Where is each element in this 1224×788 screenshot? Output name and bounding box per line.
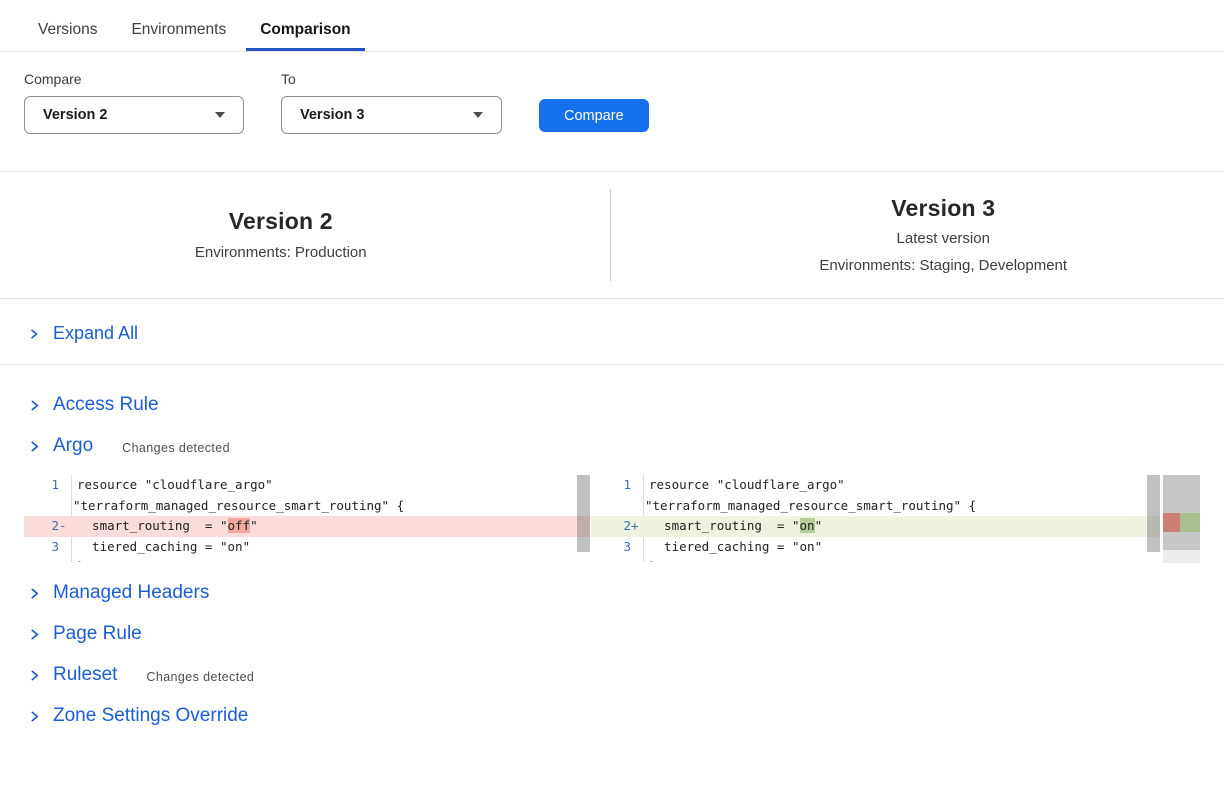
chevron-right-icon xyxy=(28,440,41,453)
section-zone-settings-override[interactable]: Zone Settings Override xyxy=(0,696,1224,737)
section-label: Zone Settings Override xyxy=(53,705,248,727)
changes-detected-badge: Changes detected xyxy=(146,667,254,684)
diff-scrollbar[interactable] xyxy=(577,475,590,552)
section-label: Access Rule xyxy=(53,394,159,416)
diff-line: 4 } xyxy=(591,557,1160,562)
line-number: 2- xyxy=(24,516,72,537)
chevron-right-icon xyxy=(28,710,41,723)
compare-button[interactable]: Compare xyxy=(539,99,649,132)
diff-pane-left: 1 resource "cloudflare_argo" "terraform_… xyxy=(24,475,590,562)
minimap-removed-marker xyxy=(1163,513,1180,532)
code-text: tiered_caching = "on" xyxy=(644,537,822,558)
compare-from-value: Version 2 xyxy=(43,107,107,123)
line-number: 1 xyxy=(591,475,644,496)
section-label: Ruleset xyxy=(53,664,117,686)
tab-environments[interactable]: Environments xyxy=(117,0,240,51)
version-title: Version 3 xyxy=(663,195,1224,222)
dropdown-caret-icon xyxy=(215,112,225,118)
diff-line: 1 resource "cloudflare_argo" xyxy=(591,475,1160,496)
minimap-track-end xyxy=(1163,550,1200,563)
compare-to-field: To Version 3 xyxy=(281,71,502,134)
diff-line-removed: 2- smart_routing = "off" xyxy=(24,516,590,537)
version-title: Version 2 xyxy=(0,208,562,235)
compare-bar: Compare Version 2 To Version 3 Compare xyxy=(24,71,1224,134)
compare-to-select[interactable]: Version 3 xyxy=(281,96,502,134)
minimap-track xyxy=(1163,475,1200,550)
version-header-right: Version 3 Latest version Environments: S… xyxy=(611,195,1224,276)
code-text: smart_routing = "off" xyxy=(72,516,258,537)
code-text: tiered_caching = "on" xyxy=(72,537,250,558)
section-managed-headers[interactable]: Managed Headers xyxy=(0,573,1224,614)
minimap-added-marker xyxy=(1180,513,1200,532)
line-number: 3 xyxy=(24,537,72,558)
version-headers: Version 2 Environments: Production Versi… xyxy=(0,172,1224,298)
section-label: Managed Headers xyxy=(53,582,209,604)
line-number xyxy=(24,496,72,517)
section-page-rule[interactable]: Page Rule xyxy=(0,614,1224,655)
section-list: Access Rule Argo Changes detected 1 reso… xyxy=(0,385,1224,737)
diff-panel: 1 resource "cloudflare_argo" "terraform_… xyxy=(24,475,1224,563)
diff-line: 1 resource "cloudflare_argo" xyxy=(24,475,590,496)
compare-to-value: Version 3 xyxy=(300,107,364,123)
code-text: "terraform_managed_resource_smart_routin… xyxy=(72,496,404,517)
chevron-right-icon xyxy=(28,628,41,641)
code-text: } xyxy=(644,557,657,562)
line-number xyxy=(591,496,644,517)
chevron-right-icon xyxy=(28,399,41,412)
expand-all-button[interactable]: Expand All xyxy=(0,299,1224,365)
line-number: 2+ xyxy=(591,516,644,537)
code-text: resource "cloudflare_argo" xyxy=(72,475,273,496)
section-label: Argo xyxy=(53,435,93,457)
diff-line: "terraform_managed_resource_smart_routin… xyxy=(24,496,590,517)
expand-all-label: Expand All xyxy=(53,323,138,344)
version-subtitle: Latest version xyxy=(663,229,1224,249)
added-word-highlight: on xyxy=(800,518,815,533)
compare-to-label: To xyxy=(281,71,502,87)
diff-line: 3 tiered_caching = "on" xyxy=(24,537,590,558)
code-text: smart_routing = "on" xyxy=(644,516,822,537)
chevron-right-icon xyxy=(28,669,41,682)
changes-detected-badge: Changes detected xyxy=(122,438,230,455)
line-number: 4 xyxy=(591,557,644,562)
section-ruleset[interactable]: Ruleset Changes detected xyxy=(0,655,1224,696)
line-number: 1 xyxy=(24,475,72,496)
tab-bar: Versions Environments Comparison xyxy=(0,0,1224,52)
section-access-rule[interactable]: Access Rule xyxy=(0,385,1224,426)
tab-comparison[interactable]: Comparison xyxy=(246,0,364,51)
line-number: 3 xyxy=(591,537,644,558)
version-subtitle: Environments: Production xyxy=(0,243,562,263)
removed-word-highlight: off xyxy=(228,518,251,533)
section-label: Page Rule xyxy=(53,623,142,645)
diff-pane-right: 1 resource "cloudflare_argo" "terraform_… xyxy=(591,475,1160,562)
compare-from-field: Compare Version 2 xyxy=(24,71,244,134)
version-subtitle: Environments: Staging, Development xyxy=(663,256,1224,276)
diff-line: 4 } xyxy=(24,557,590,562)
compare-from-label: Compare xyxy=(24,71,244,87)
chevron-right-icon xyxy=(28,328,40,340)
diff-line-added: 2+ smart_routing = "on" xyxy=(591,516,1160,537)
dropdown-caret-icon xyxy=(473,112,483,118)
section-argo[interactable]: Argo Changes detected xyxy=(0,426,1224,467)
chevron-right-icon xyxy=(28,587,41,600)
tab-versions[interactable]: Versions xyxy=(24,0,111,51)
diff-scrollbar[interactable] xyxy=(1147,475,1160,552)
code-text: resource "cloudflare_argo" xyxy=(644,475,845,496)
compare-from-select[interactable]: Version 2 xyxy=(24,96,244,134)
code-text: } xyxy=(72,557,85,562)
diff-line: 3 tiered_caching = "on" xyxy=(591,537,1160,558)
version-header-left: Version 2 Environments: Production xyxy=(0,208,610,263)
code-text: "terraform_managed_resource_smart_routin… xyxy=(644,496,976,517)
line-number: 4 xyxy=(24,557,72,562)
diff-minimap[interactable] xyxy=(1163,475,1200,563)
diff-line: "terraform_managed_resource_smart_routin… xyxy=(591,496,1160,517)
